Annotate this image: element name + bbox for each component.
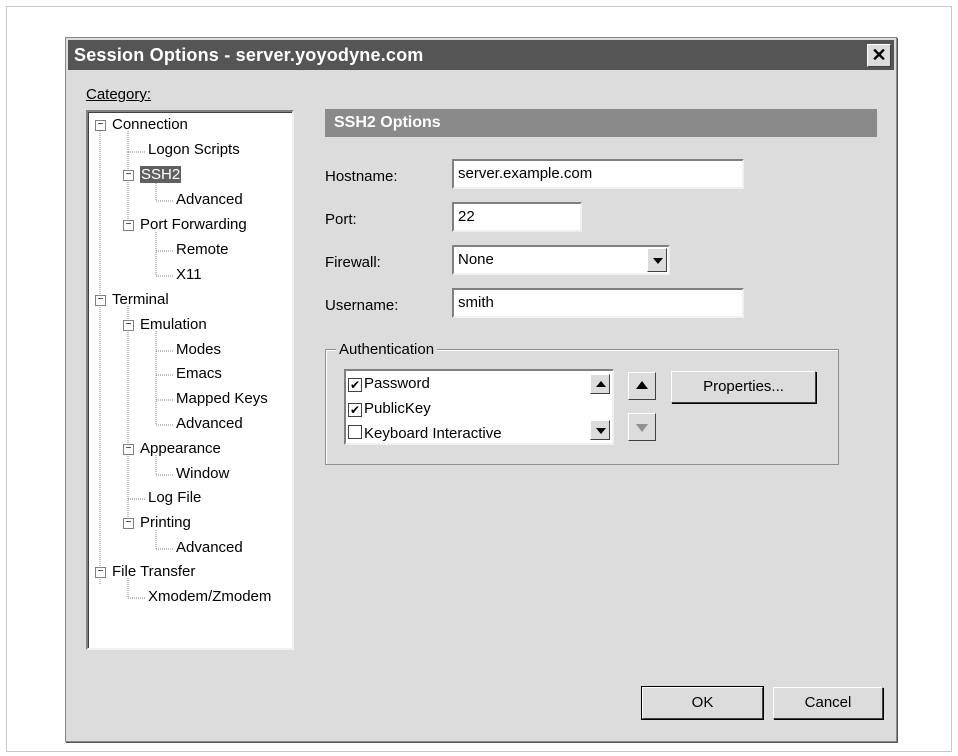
- tree-item-label: Advanced: [176, 539, 243, 556]
- tree-item-logon-scripts[interactable]: Logon Scripts: [148, 141, 240, 159]
- hostname-input[interactable]: server.example.com: [452, 159, 744, 189]
- tree-item-x11[interactable]: X11: [176, 266, 202, 284]
- arrow-down-icon: [636, 424, 648, 432]
- tree-item-label: File Transfer: [112, 563, 196, 580]
- tree-item-ssh2-advanced[interactable]: Advanced: [176, 191, 243, 209]
- dialog-title: Session Options - server.yoyodyne.com: [74, 45, 424, 65]
- tree-item-label: Modes: [176, 341, 222, 358]
- properties-button[interactable]: Properties...: [671, 371, 816, 403]
- authentication-group-title: Authentication: [336, 341, 438, 358]
- tree-item-label: Appearance: [140, 440, 221, 457]
- tree-item-printing-advanced[interactable]: Advanced: [176, 539, 243, 557]
- tree-item-label: SSH2: [140, 166, 182, 183]
- checkbox-password[interactable]: ✔: [348, 378, 362, 392]
- tree-item-label: Logon Scripts: [148, 141, 240, 158]
- tree-item-terminal[interactable]: Terminal: [112, 291, 169, 309]
- tree-item-window[interactable]: Window: [176, 465, 229, 483]
- category-tree[interactable]: − Connection Logon Scripts − SSH2 Advanc…: [86, 110, 294, 650]
- list-scroll-up-button[interactable]: [590, 374, 610, 394]
- move-down-button[interactable]: [628, 413, 656, 441]
- tree-item-label: Window: [176, 465, 230, 482]
- auth-method-label: PublicKey: [364, 400, 431, 417]
- arrow-up-icon: [636, 381, 648, 389]
- scroll-up-icon: [596, 381, 606, 387]
- tree-item-emulation[interactable]: Emulation: [140, 316, 207, 334]
- checkbox-publickey[interactable]: ✔: [348, 403, 362, 417]
- hostname-label: Hostname:: [325, 168, 398, 185]
- expander-connection[interactable]: −: [95, 120, 106, 131]
- tree-item-label: Mapped Keys: [176, 390, 268, 407]
- close-icon: ✕: [871, 45, 887, 65]
- expander-file-transfer[interactable]: −: [95, 567, 106, 578]
- tree-item-label: Connection: [112, 116, 188, 133]
- category-label: Category:: [86, 86, 151, 103]
- expander-appearance[interactable]: −: [123, 444, 134, 455]
- move-up-button[interactable]: [628, 372, 656, 400]
- tree-item-label: Xmodem/Zmodem: [148, 588, 272, 605]
- auth-method-label: Password: [364, 375, 430, 392]
- category-label-text: Category:: [86, 86, 152, 103]
- tree-item-mapped-keys[interactable]: Mapped Keys: [176, 390, 268, 408]
- section-header: SSH2 Options: [325, 109, 877, 137]
- auth-method-publickey[interactable]: ✔ PublicKey: [348, 398, 431, 420]
- authentication-method-list[interactable]: ✔ Password ✔ PublicKey Keyboard Interactiv…: [344, 369, 614, 445]
- firewall-select-value: None: [458, 251, 494, 268]
- tree-item-xmodem-zmodem[interactable]: Xmodem/Zmodem: [148, 588, 271, 606]
- tree-item-label: Remote: [176, 241, 229, 258]
- tree-item-emacs[interactable]: Emacs: [176, 365, 222, 383]
- expander-emulation[interactable]: −: [123, 320, 134, 331]
- tree-item-label: Emulation: [140, 316, 207, 333]
- tree-item-ssh2[interactable]: SSH2: [140, 166, 182, 184]
- port-label: Port:: [325, 211, 357, 228]
- tree-item-label: X11: [176, 266, 202, 283]
- tree-item-printing[interactable]: Printing: [140, 514, 191, 532]
- chevron-down-icon: [653, 258, 663, 264]
- session-options-dialog: Session Options - server.yoyodyne.com ✕ …: [65, 37, 897, 742]
- title-bar[interactable]: Session Options - server.yoyodyne.com ✕: [68, 40, 894, 70]
- expander-ssh2[interactable]: −: [123, 170, 134, 181]
- tree-item-appearance[interactable]: Appearance: [140, 440, 221, 458]
- expander-printing[interactable]: −: [123, 518, 134, 529]
- tree-item-label: Terminal: [112, 291, 169, 308]
- expander-terminal[interactable]: −: [95, 295, 106, 306]
- tree-item-port-forwarding[interactable]: Port Forwarding: [140, 216, 247, 234]
- firewall-dropdown-button[interactable]: [647, 248, 667, 272]
- tree-item-label: Emacs: [176, 365, 222, 382]
- port-input[interactable]: 22: [452, 202, 582, 232]
- tree-item-file-transfer[interactable]: File Transfer: [112, 563, 195, 581]
- tree-item-label: Advanced: [176, 415, 243, 432]
- tree-item-label: Port Forwarding: [140, 216, 247, 233]
- firewall-select[interactable]: None: [452, 245, 670, 275]
- auth-method-password[interactable]: ✔ Password: [348, 373, 430, 395]
- username-input[interactable]: smith: [452, 288, 744, 318]
- ok-button[interactable]: OK: [641, 686, 764, 720]
- tree-item-log-file[interactable]: Log File: [148, 489, 201, 507]
- tree-item-label: Log File: [148, 489, 202, 506]
- tree-item-modes[interactable]: Modes: [176, 341, 221, 359]
- tree-item-emulation-advanced[interactable]: Advanced: [176, 415, 243, 433]
- list-scroll-down-button[interactable]: [590, 420, 610, 440]
- username-label: Username:: [325, 297, 399, 314]
- auth-method-keyboard-interactive[interactable]: Keyboard Interactive: [348, 423, 502, 445]
- tree-item-remote[interactable]: Remote: [176, 241, 229, 259]
- firewall-label: Firewall:: [325, 254, 381, 271]
- cancel-button[interactable]: Cancel: [773, 687, 883, 719]
- scroll-down-icon: [596, 428, 606, 434]
- tree-item-label: Advanced: [176, 191, 243, 208]
- tree-item-connection[interactable]: Connection: [112, 116, 188, 134]
- expander-port-forwarding[interactable]: −: [123, 220, 134, 231]
- auth-method-label: Keyboard Interactive: [364, 425, 502, 442]
- close-button[interactable]: ✕: [867, 44, 891, 67]
- tree-item-label: Printing: [140, 514, 191, 531]
- checkbox-keyboard-interactive[interactable]: [348, 425, 362, 439]
